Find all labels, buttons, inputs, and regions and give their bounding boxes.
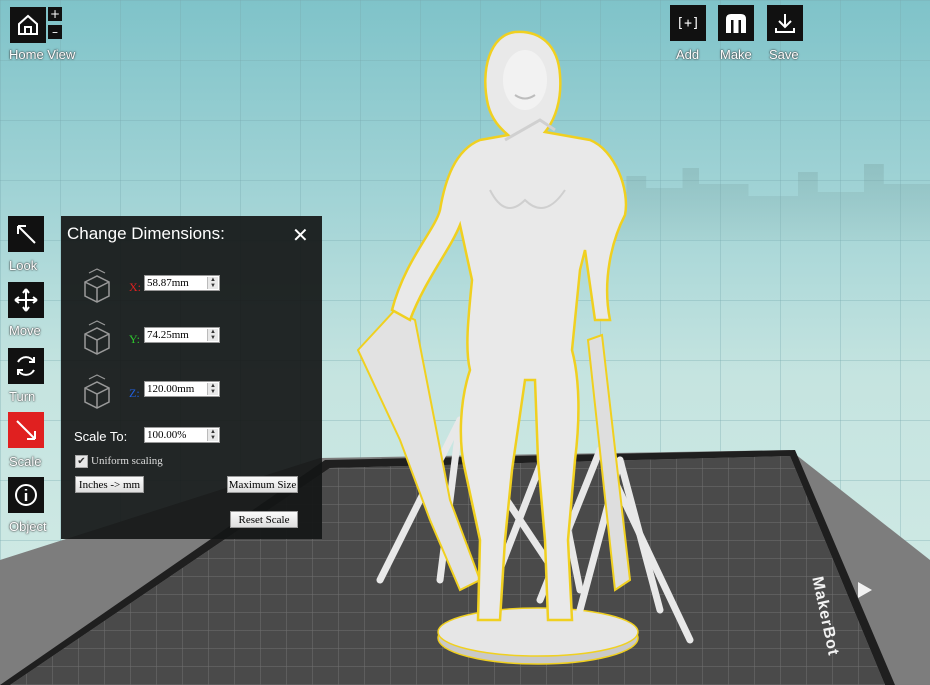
save-button[interactable] bbox=[767, 5, 803, 41]
axis-y-label: Y: bbox=[129, 332, 140, 346]
panel-title: Change Dimensions: bbox=[67, 224, 225, 243]
spinner-arrows-icon[interactable]: ▲ ▼ bbox=[207, 429, 218, 441]
close-icon[interactable]: ✕ bbox=[292, 223, 309, 247]
download-icon bbox=[775, 14, 795, 33]
3d-model-figure[interactable] bbox=[340, 20, 720, 680]
front-arrow-icon bbox=[858, 582, 872, 598]
zoom-out-button[interactable]: – bbox=[48, 25, 62, 39]
uniform-scaling-label: Uniform scaling bbox=[91, 455, 163, 467]
spinner-arrows-icon[interactable]: ▲ ▼ bbox=[207, 383, 218, 395]
turn-label: Turn bbox=[9, 389, 36, 404]
move-tool-button[interactable] bbox=[8, 282, 44, 318]
axis-x-label: X: bbox=[129, 280, 141, 294]
save-label: Save bbox=[769, 47, 799, 62]
x-dimension-input[interactable]: 58.87mm ▲ ▼ bbox=[144, 275, 220, 291]
y-dimension-input[interactable]: 74.25mm ▲ ▼ bbox=[144, 327, 220, 343]
scale-tool-button[interactable] bbox=[8, 412, 44, 448]
spinner-arrows-icon[interactable]: ▲ ▼ bbox=[207, 277, 218, 289]
turn-tool-button[interactable] bbox=[8, 348, 44, 384]
look-label: Look bbox=[9, 258, 38, 273]
cube-width-icon bbox=[84, 268, 110, 303]
reset-scale-button[interactable]: Reset Scale bbox=[230, 511, 298, 528]
add-label: Add bbox=[676, 47, 700, 62]
look-arrow-icon bbox=[17, 225, 36, 244]
spinner-arrows-icon[interactable]: ▲ ▼ bbox=[207, 329, 218, 341]
axis-z-label: Z: bbox=[129, 386, 140, 400]
z-dimension-input[interactable]: 120.00mm ▲ ▼ bbox=[144, 381, 220, 397]
dimension-row-y: Y: 74.25mm ▲ ▼ bbox=[61, 320, 322, 356]
make-button[interactable] bbox=[718, 5, 754, 41]
object-tool-button[interactable] bbox=[8, 477, 44, 513]
home-view-button[interactable] bbox=[10, 7, 46, 43]
maximum-size-button[interactable]: Maximum Size bbox=[227, 476, 298, 493]
scale-arrow-icon bbox=[16, 420, 36, 440]
home-view-label: Home View bbox=[9, 47, 76, 62]
rotate-icon bbox=[17, 356, 35, 376]
cube-height-icon bbox=[84, 374, 110, 409]
add-icon: [+] bbox=[676, 15, 700, 31]
look-tool-button[interactable] bbox=[8, 216, 44, 252]
add-button[interactable]: [+] bbox=[670, 5, 706, 41]
change-dimensions-panel: Change Dimensions: ✕ X: 58.87mm ▲ ▼ Y: 74… bbox=[61, 216, 322, 539]
makerbot-m-icon bbox=[726, 14, 746, 33]
cube-depth-icon bbox=[84, 320, 110, 355]
home-icon bbox=[18, 14, 38, 35]
scale-to-label: Scale To: bbox=[74, 429, 128, 444]
dimension-row-x: X: 58.87mm ▲ ▼ bbox=[61, 268, 322, 304]
inches-to-mm-button[interactable]: Inches -> mm bbox=[75, 476, 144, 493]
info-icon bbox=[15, 484, 37, 506]
scale-label: Scale bbox=[9, 454, 42, 469]
object-label: Object bbox=[9, 519, 47, 534]
zoom-in-button[interactable]: + bbox=[48, 7, 62, 21]
scale-percent-input[interactable]: 100.00% ▲ ▼ bbox=[144, 427, 220, 443]
move-arrows-icon bbox=[14, 288, 38, 312]
make-label: Make bbox=[720, 47, 752, 62]
uniform-scaling-checkbox[interactable]: ✔ bbox=[75, 455, 88, 468]
dimension-row-z: Z: 120.00mm ▲ ▼ bbox=[61, 374, 322, 410]
move-label: Move bbox=[9, 323, 41, 338]
